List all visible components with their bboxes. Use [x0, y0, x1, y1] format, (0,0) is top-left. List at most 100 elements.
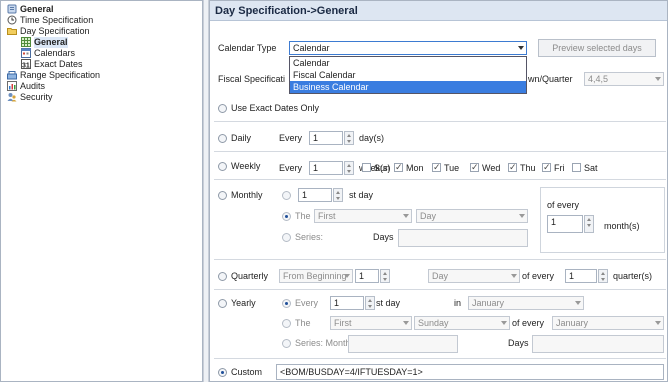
- weekday-checkbox-sun[interactable]: [362, 163, 371, 172]
- quarterly-interval-spinner[interactable]: [380, 269, 390, 283]
- app-window: General Time Specification Day Specifica…: [0, 0, 668, 382]
- monthly-the-radio[interactable]: [282, 212, 291, 221]
- tree-item-label: Security: [20, 92, 53, 102]
- tree-item-label: Calendars: [34, 48, 76, 58]
- weekday-checkbox-wed[interactable]: [470, 162, 479, 173]
- weekday-label: Fri: [554, 163, 565, 173]
- quarterly-radio[interactable]: [218, 272, 227, 281]
- custom-label: Custom: [231, 367, 263, 377]
- chevron-down-icon: [511, 274, 517, 278]
- weekday-label: Wed: [482, 163, 501, 173]
- custom-expression-input[interactable]: <BOM/BUSDAY=4/IFTUESDAY=1>: [276, 364, 664, 380]
- yearly-day-input[interactable]: 1: [330, 296, 364, 310]
- monthly-days-label: Days: [373, 232, 394, 242]
- audits-icon: [7, 81, 17, 91]
- yearly-month-dropdown[interactable]: January: [468, 296, 584, 310]
- monthly-series-days-input[interactable]: [398, 229, 528, 247]
- daily-radio[interactable]: [218, 134, 227, 143]
- calendar-type-dropdown[interactable]: Calendar: [289, 41, 527, 55]
- yearly-series-months-label: Series: Months: [295, 338, 356, 348]
- monthly-series-radio[interactable]: [282, 233, 291, 242]
- monthly-day-input[interactable]: 1: [298, 188, 332, 202]
- calendar-type-option[interactable]: Fiscal Calendar: [290, 69, 526, 81]
- yearly-series-months-input[interactable]: [348, 335, 458, 353]
- weekday-checkbox-sat[interactable]: [572, 163, 581, 172]
- use-exact-dates-radio[interactable]: [218, 104, 227, 113]
- range-icon: [7, 70, 17, 80]
- yearly-the-radio[interactable]: [282, 319, 291, 328]
- preview-button-label: Preview selected days: [552, 43, 642, 53]
- monthly-day-spinner[interactable]: [333, 188, 343, 202]
- weekday-checkbox-fri[interactable]: [542, 162, 551, 173]
- security-icon: [7, 92, 17, 102]
- quarterly-of-every-label: of every: [522, 271, 555, 281]
- preview-selected-days-button[interactable]: Preview selected days: [538, 39, 656, 57]
- monthly-of-every-label: of every: [547, 200, 580, 210]
- weekday-checkbox-thu[interactable]: [508, 162, 517, 173]
- quarterly-unit-label: quarter(s): [613, 271, 653, 281]
- yearly-every-label: Every: [295, 298, 319, 308]
- folder-icon: [7, 26, 17, 36]
- yearly-label: Yearly: [231, 298, 256, 308]
- general-icon: [7, 4, 17, 14]
- weekly-radio[interactable]: [218, 162, 227, 171]
- weekday-label: Mon: [406, 163, 424, 173]
- monthly-of-every-group: of every 1 month(s): [540, 187, 665, 253]
- clock-icon: [7, 15, 17, 25]
- chevron-down-icon: [575, 301, 581, 305]
- daily-interval-spinner[interactable]: [344, 131, 354, 145]
- yearly-series-days-input[interactable]: [532, 335, 664, 353]
- monthly-radio[interactable]: [218, 191, 227, 200]
- breakdown-quarter-label: wn/Quarter: [528, 74, 573, 84]
- chevron-down-icon: [403, 321, 409, 325]
- weekday-label: Thu: [520, 163, 536, 173]
- divider: [214, 151, 666, 152]
- weekly-interval-input[interactable]: 1: [309, 161, 343, 175]
- divider: [214, 289, 666, 290]
- yearly-day-value: 1: [334, 298, 340, 308]
- monthly-months-spinner[interactable]: [584, 215, 594, 233]
- quarterly-interval-input[interactable]: 1: [355, 269, 379, 283]
- yearly-ordinal-dropdown[interactable]: First: [330, 316, 412, 330]
- monthly-day-radio[interactable]: [282, 191, 291, 200]
- calendar-type-option[interactable]: Calendar: [290, 57, 526, 69]
- quarterly-quarters-input[interactable]: 1: [565, 269, 597, 283]
- yearly-day-spinner[interactable]: [365, 296, 375, 310]
- yearly-weekday-dropdown[interactable]: Sunday: [414, 316, 510, 330]
- monthly-months-value: 1: [551, 217, 557, 227]
- monthly-months-input[interactable]: 1: [547, 215, 583, 233]
- quarterly-day-dropdown[interactable]: Day: [428, 269, 520, 283]
- breakdown-quarter-dropdown[interactable]: 4,4,5: [584, 72, 664, 86]
- weekday-checkbox-tue[interactable]: [432, 162, 441, 173]
- panel-title: Day Specification->General: [215, 5, 358, 17]
- quarterly-quarters-spinner[interactable]: [598, 269, 608, 283]
- yearly-days-label: Days: [508, 338, 529, 348]
- daily-interval-value: 1: [313, 133, 319, 143]
- yearly-series-radio[interactable]: [282, 339, 291, 348]
- calendar-type-option-highlighted[interactable]: Business Calendar: [290, 81, 526, 93]
- quarterly-from-dropdown[interactable]: From Beginning: [279, 269, 353, 283]
- weekday-checkbox-mon[interactable]: [394, 162, 403, 173]
- monthly-the-day-dropdown[interactable]: Day: [416, 209, 528, 223]
- monthly-label: Monthly: [231, 190, 263, 200]
- svg-text:31: 31: [22, 63, 30, 70]
- tree-item-label: Time Specification: [20, 15, 94, 25]
- yearly-of-every-month-value: January: [556, 318, 589, 328]
- monthly-ordinal-value: First: [318, 211, 336, 221]
- yearly-radio[interactable]: [218, 299, 227, 308]
- calendar-type-options-list: Calendar Fiscal Calendar Business Calend…: [289, 56, 527, 94]
- weekly-interval-spinner[interactable]: [344, 161, 354, 175]
- monthly-the-ordinal-dropdown[interactable]: First: [314, 209, 412, 223]
- daily-label: Daily: [231, 133, 252, 143]
- quarterly-quarters-value: 1: [569, 271, 575, 281]
- yearly-of-every-label: of every: [512, 318, 545, 328]
- tree-item-label: Day Specification: [20, 26, 90, 36]
- yearly-month-value: January: [472, 298, 505, 308]
- daily-interval-input[interactable]: 1: [309, 131, 343, 145]
- grid-icon: [21, 37, 31, 47]
- yearly-every-radio[interactable]: [282, 299, 291, 308]
- yearly-of-every-month-dropdown[interactable]: January: [552, 316, 664, 330]
- custom-radio[interactable]: [218, 368, 227, 377]
- quarterly-from-value: From Beginning: [283, 271, 347, 281]
- weekly-interval-value: 1: [313, 163, 319, 173]
